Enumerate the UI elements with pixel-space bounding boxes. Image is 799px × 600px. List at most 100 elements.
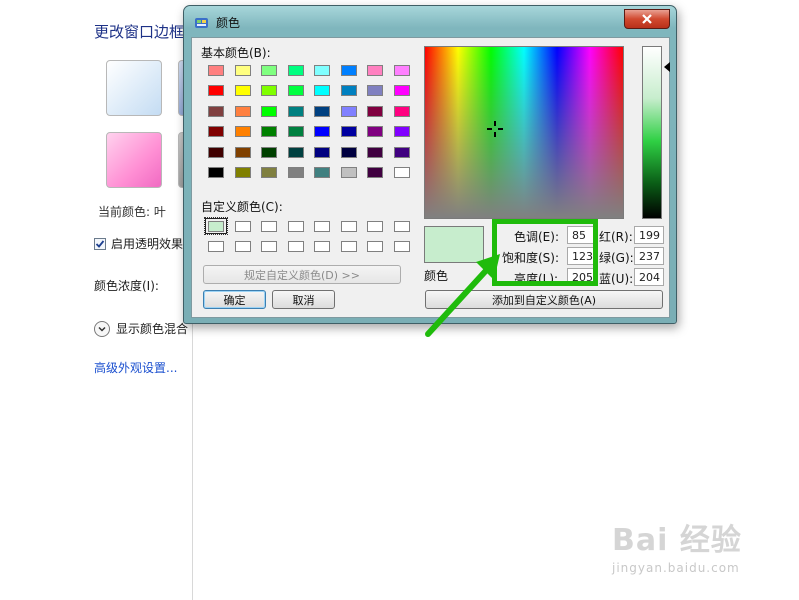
basic-color-swatch[interactable] [338, 83, 360, 99]
basic-color-swatch[interactable] [232, 62, 254, 78]
ok-button[interactable]: 确定 [203, 290, 266, 309]
palette-icon [195, 17, 208, 28]
watermark-brand: Bai 经验 [612, 523, 742, 558]
basic-color-swatch[interactable] [338, 103, 360, 119]
checkmark-icon [95, 239, 105, 248]
dialog-titlebar: 颜色 [194, 14, 240, 31]
advanced-appearance-link[interactable]: 高级外观设置... [94, 359, 177, 376]
basic-color-swatch[interactable] [338, 124, 360, 140]
watermark-url: jingyan.baidu.com [612, 561, 740, 575]
intensity-label: 颜色浓度(I): [94, 279, 159, 293]
chevron-down-icon[interactable] [94, 320, 110, 337]
basic-color-swatch[interactable] [232, 83, 254, 99]
basic-color-swatch[interactable] [311, 83, 333, 99]
basic-color-swatch[interactable] [285, 144, 307, 160]
basic-color-swatch[interactable] [364, 103, 386, 119]
divider [192, 300, 193, 600]
color-swatch-pink[interactable] [106, 132, 162, 188]
basic-color-swatch[interactable] [311, 62, 333, 78]
luminance-slider[interactable] [642, 46, 662, 219]
basic-color-swatch[interactable] [258, 103, 280, 119]
basic-color-swatch[interactable] [258, 144, 280, 160]
basic-color-swatch[interactable] [338, 144, 360, 160]
basic-color-swatch[interactable] [205, 124, 227, 140]
custom-color-swatch[interactable] [391, 218, 413, 234]
basic-color-swatch[interactable] [391, 144, 413, 160]
transparency-checkbox[interactable] [94, 237, 106, 250]
color-mixer-toggle[interactable]: 显示颜色混合 [94, 320, 192, 337]
baidu-watermark: Bai 经验 jingyan.baidu.com [612, 515, 742, 575]
crosshair-icon [487, 121, 503, 137]
basic-color-swatch[interactable] [258, 62, 280, 78]
basic-color-swatch[interactable] [232, 144, 254, 160]
custom-color-swatch[interactable] [258, 218, 280, 234]
page-title: 更改窗口边框 [94, 23, 185, 41]
basic-color-swatch[interactable] [311, 144, 333, 160]
custom-color-swatch[interactable] [285, 218, 307, 234]
basic-color-swatch[interactable] [364, 124, 386, 140]
basic-color-swatch[interactable] [338, 165, 360, 181]
green-input[interactable]: 237 [634, 247, 664, 265]
custom-color-swatch[interactable] [232, 239, 254, 255]
basic-color-swatch[interactable] [232, 103, 254, 119]
custom-color-swatch[interactable] [364, 239, 386, 255]
custom-color-swatch[interactable] [391, 239, 413, 255]
color-swatch-sky[interactable] [106, 60, 162, 116]
cancel-button[interactable]: 取消 [272, 290, 335, 309]
basic-color-swatch[interactable] [258, 165, 280, 181]
basic-color-swatch[interactable] [232, 124, 254, 140]
close-icon [642, 14, 652, 24]
basic-color-swatch[interactable] [364, 144, 386, 160]
custom-colors-grid [204, 217, 413, 255]
custom-color-swatch[interactable] [232, 218, 254, 234]
basic-color-swatch[interactable] [285, 124, 307, 140]
transparency-option[interactable]: 启用透明效果( [94, 235, 192, 252]
basic-color-swatch[interactable] [232, 165, 254, 181]
basic-color-swatch[interactable] [391, 83, 413, 99]
close-button[interactable] [624, 9, 670, 29]
custom-colors-label: 自定义颜色(C): [201, 200, 283, 214]
basic-color-swatch[interactable] [285, 165, 307, 181]
basic-color-swatch[interactable] [205, 62, 227, 78]
basic-color-swatch[interactable] [205, 83, 227, 99]
basic-colors-label: 基本颜色(B): [201, 46, 271, 60]
blue-label: 蓝(U): [599, 272, 634, 286]
basic-color-swatch[interactable] [285, 83, 307, 99]
color-spectrum[interactable] [424, 46, 624, 219]
basic-color-swatch[interactable] [338, 62, 360, 78]
custom-color-swatch[interactable] [258, 239, 280, 255]
basic-colors-grid [205, 62, 413, 181]
custom-color-swatch[interactable] [285, 239, 307, 255]
custom-color-swatch[interactable] [311, 239, 333, 255]
basic-color-swatch[interactable] [311, 165, 333, 181]
slider-arrow-icon[interactable] [664, 62, 670, 72]
basic-color-swatch[interactable] [391, 62, 413, 78]
custom-color-swatch[interactable] [364, 218, 386, 234]
basic-color-swatch[interactable] [258, 124, 280, 140]
basic-color-swatch[interactable] [205, 103, 227, 119]
custom-color-swatch[interactable] [311, 218, 333, 234]
basic-color-swatch[interactable] [311, 103, 333, 119]
define-custom-colors-button[interactable]: 规定自定义颜色(D) >> [203, 265, 401, 284]
basic-color-swatch[interactable] [364, 165, 386, 181]
basic-color-swatch[interactable] [311, 124, 333, 140]
red-label: 红(R): [599, 230, 633, 244]
basic-color-swatch[interactable] [391, 124, 413, 140]
basic-color-swatch[interactable] [391, 103, 413, 119]
current-color-label: 当前颜色: 叶 [98, 205, 166, 219]
custom-color-swatch[interactable] [204, 217, 228, 235]
basic-color-swatch[interactable] [285, 62, 307, 78]
basic-color-swatch[interactable] [364, 83, 386, 99]
blue-input[interactable]: 204 [634, 268, 664, 286]
basic-color-swatch[interactable] [258, 83, 280, 99]
custom-color-swatch[interactable] [205, 239, 227, 255]
basic-color-swatch[interactable] [364, 62, 386, 78]
custom-color-swatch[interactable] [338, 218, 360, 234]
custom-color-swatch[interactable] [338, 239, 360, 255]
red-input[interactable]: 199 [634, 226, 664, 244]
basic-color-swatch[interactable] [391, 165, 413, 181]
basic-color-swatch[interactable] [285, 103, 307, 119]
basic-color-swatch[interactable] [205, 144, 227, 160]
pointer-arrow-icon [425, 254, 500, 337]
basic-color-swatch[interactable] [205, 165, 227, 181]
